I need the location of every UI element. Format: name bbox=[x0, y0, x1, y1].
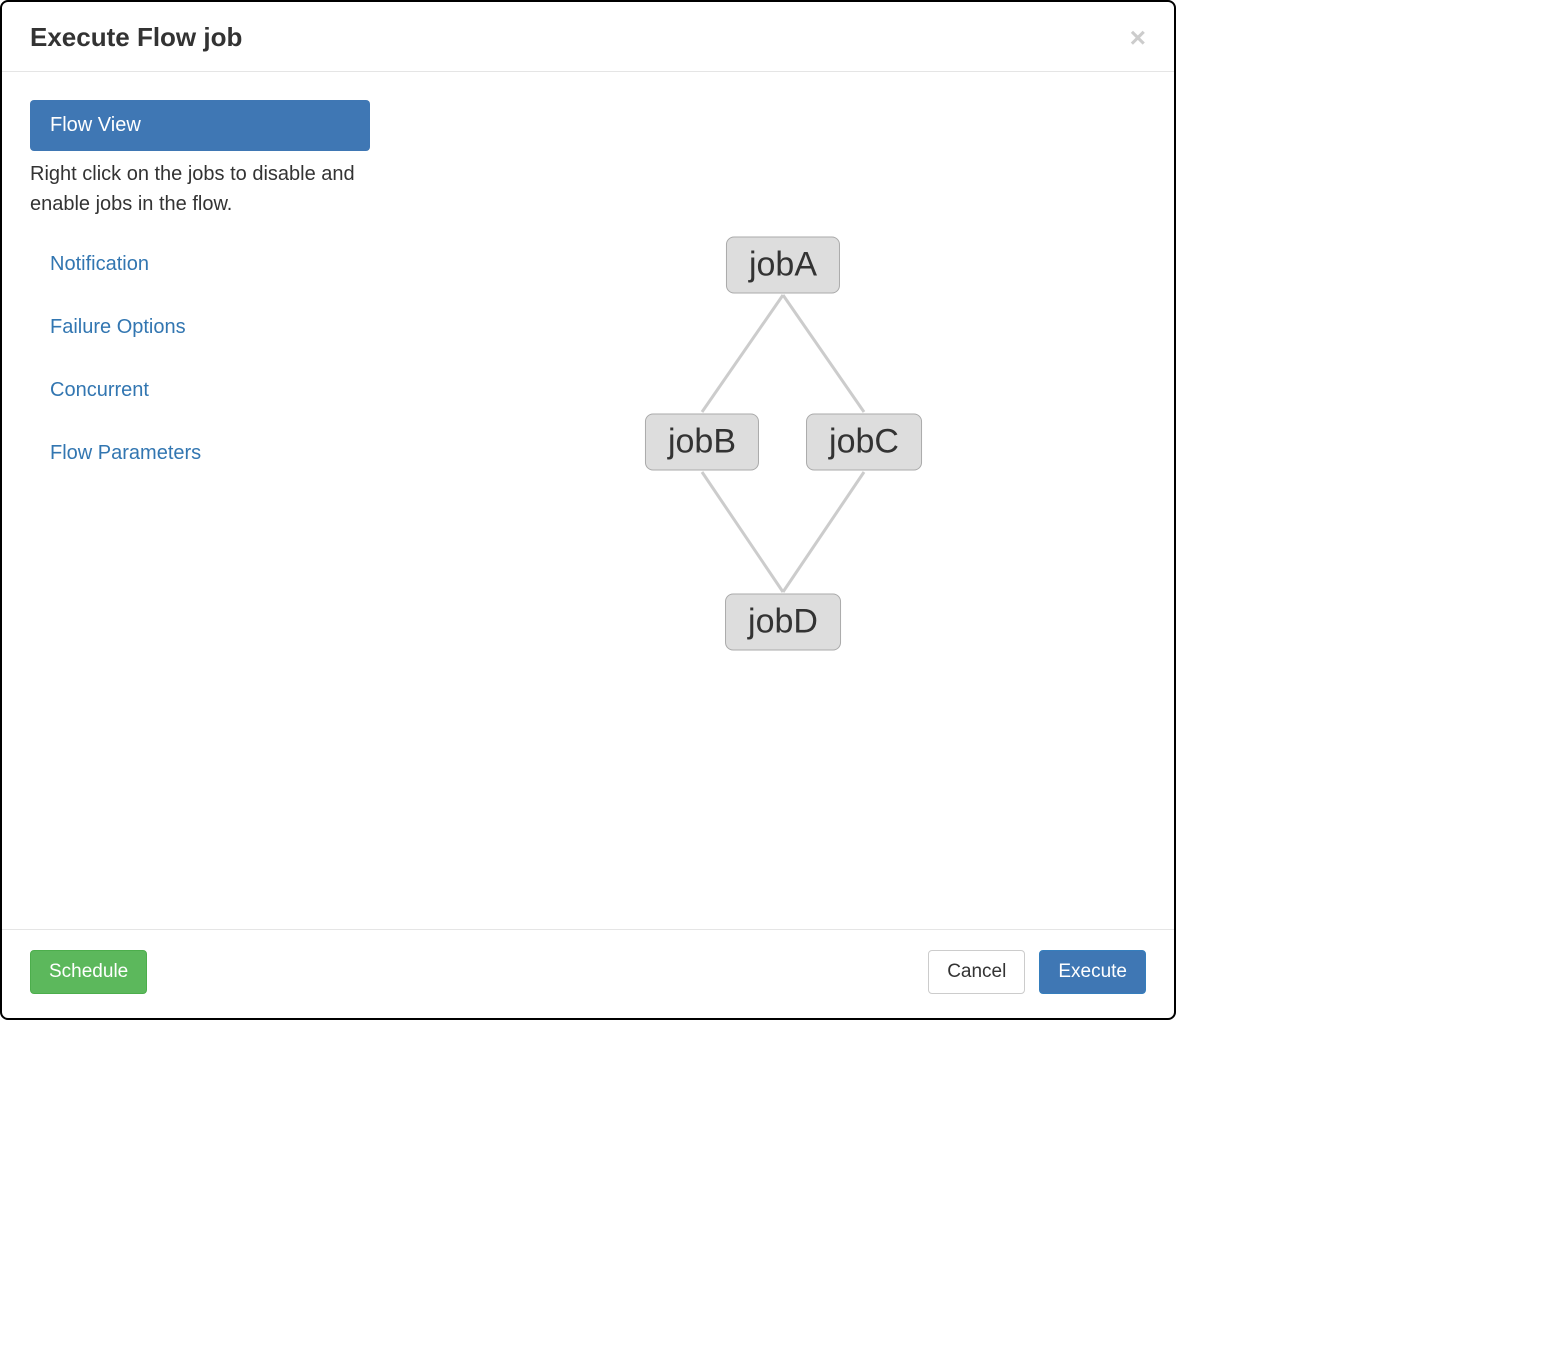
schedule-button[interactable]: Schedule bbox=[30, 950, 147, 994]
modal-footer: Schedule Cancel Execute bbox=[2, 929, 1174, 1018]
edge-jobB-jobD bbox=[702, 472, 783, 592]
modal-body: Flow View Right click on the jobs to dis… bbox=[2, 72, 1174, 902]
graph-edges bbox=[370, 100, 1146, 902]
close-icon[interactable]: × bbox=[1130, 24, 1146, 52]
tab-notification[interactable]: Notification bbox=[30, 233, 370, 296]
tab-concurrent[interactable]: Concurrent bbox=[30, 359, 370, 422]
execute-button[interactable]: Execute bbox=[1039, 950, 1146, 994]
tab-flow-parameters[interactable]: Flow Parameters bbox=[30, 422, 370, 485]
tab-flow-view[interactable]: Flow View bbox=[30, 100, 370, 151]
job-node-jobB[interactable]: jobB bbox=[645, 414, 759, 471]
flow-view-help-text: Right click on the jobs to disable and e… bbox=[30, 151, 370, 233]
edge-jobC-jobD bbox=[783, 472, 864, 592]
job-node-jobA[interactable]: jobA bbox=[726, 237, 840, 294]
job-node-jobC[interactable]: jobC bbox=[806, 414, 922, 471]
tab-failure-options[interactable]: Failure Options bbox=[30, 296, 370, 359]
cancel-button[interactable]: Cancel bbox=[928, 950, 1025, 994]
flow-graph[interactable]: jobA jobB jobC jobD bbox=[370, 100, 1146, 902]
job-node-jobD[interactable]: jobD bbox=[725, 594, 841, 651]
modal-header: Execute Flow job × bbox=[2, 2, 1174, 72]
edge-jobA-jobC bbox=[783, 295, 864, 412]
modal-title: Execute Flow job bbox=[30, 22, 242, 53]
footer-right: Cancel Execute bbox=[928, 950, 1146, 994]
edge-jobA-jobB bbox=[702, 295, 783, 412]
sidebar: Flow View Right click on the jobs to dis… bbox=[30, 100, 370, 902]
